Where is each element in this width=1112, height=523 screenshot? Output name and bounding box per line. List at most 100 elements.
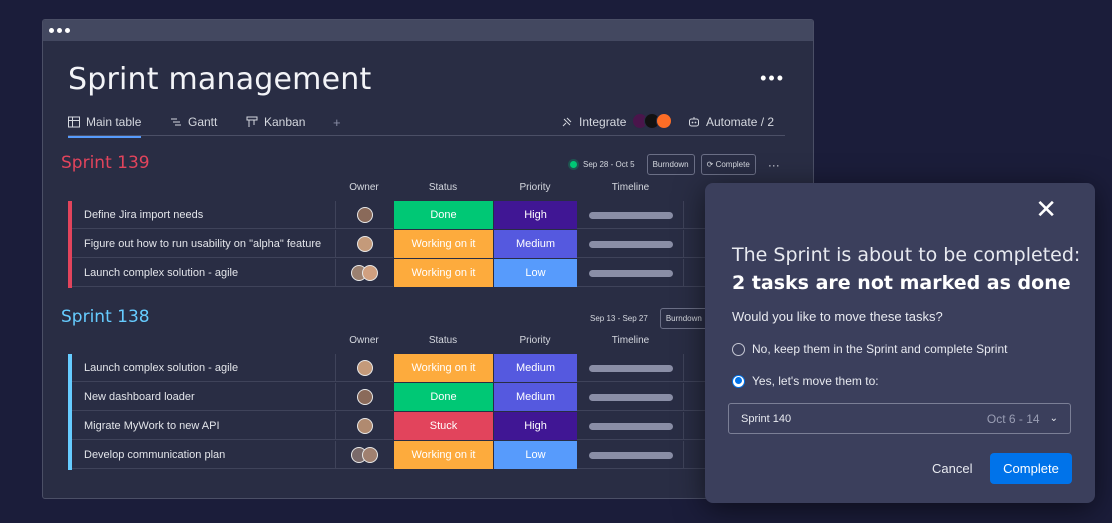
radio-keep[interactable] (732, 342, 745, 356)
dialog-title-line2: 2 tasks are not marked as done (732, 272, 1071, 294)
complete-sprint-button[interactable]: ⟳ Complete (700, 154, 756, 175)
view-tabs: Main table Gantt Kanban + Integrate Auto… (68, 110, 785, 138)
add-view-button[interactable]: + (333, 115, 341, 130)
timeline-cell[interactable] (577, 201, 684, 229)
priority-cell[interactable]: Medium (493, 230, 577, 258)
sprint-139-title[interactable]: Sprint 139 (61, 153, 150, 173)
timeline-cell[interactable] (577, 259, 684, 287)
task-name[interactable]: Define Jira import needs (84, 209, 203, 221)
task-name[interactable]: Launch complex solution - agile (84, 267, 238, 279)
automate-button[interactable]: Automate / 2 (688, 115, 774, 129)
tab-label: Gantt (188, 115, 218, 129)
timeline-bar (589, 394, 673, 401)
sprint-menu-button[interactable]: ··· (768, 158, 780, 172)
sprint-138-title[interactable]: Sprint 138 (61, 307, 150, 327)
table-row[interactable]: New dashboard loader Done Medium (68, 383, 813, 412)
close-icon[interactable]: ✕ (1035, 196, 1057, 222)
priority-cell[interactable]: Medium (493, 354, 577, 382)
plug-icon (562, 117, 572, 127)
dialog-title-line1: The Sprint is about to be completed: (732, 244, 1081, 266)
timeline-cell[interactable] (577, 354, 684, 382)
group-color-bar (68, 383, 72, 412)
group-color-bar (68, 259, 72, 288)
sprint-139-meta: Sep 28 - Oct 5 Burndown ⟳ Complete ··· (570, 154, 780, 175)
kanban-icon (246, 116, 258, 127)
status-cell[interactable]: Working on it (393, 441, 493, 469)
tab-label: Kanban (264, 115, 306, 129)
window-titlebar (43, 20, 813, 41)
radio-move-option[interactable]: Yes, let's move them to: (732, 374, 879, 388)
integrate-label: Integrate (579, 115, 627, 129)
group-color-bar (68, 412, 72, 441)
owner-cell[interactable] (335, 383, 393, 411)
tab-main-table[interactable]: Main table (68, 115, 142, 138)
tab-label: Main table (86, 115, 142, 129)
timeline-cell[interactable] (577, 412, 684, 440)
priority-cell[interactable]: High (493, 412, 577, 440)
owner-cell[interactable] (335, 441, 393, 469)
burndown-button[interactable]: Burndown (659, 308, 708, 329)
select-dates: Oct 6 - 14 (986, 411, 1040, 426)
radio-move[interactable] (732, 374, 745, 388)
integrate-button[interactable]: Integrate (561, 115, 626, 129)
select-value: Sprint 140 (741, 412, 792, 425)
owner-cell[interactable] (335, 354, 393, 382)
owner-cell[interactable] (335, 259, 393, 287)
priority-cell[interactable]: Medium (493, 383, 577, 411)
status-cell[interactable]: Done (393, 383, 493, 411)
burndown-button[interactable]: Burndown (646, 154, 695, 175)
timeline-cell[interactable] (577, 441, 684, 469)
table-row[interactable]: Define Jira import needs Done High (68, 201, 813, 230)
owner-cell[interactable] (335, 201, 393, 229)
col-status: Status (428, 182, 458, 193)
timeline-cell[interactable] (577, 230, 684, 258)
table-icon (68, 116, 80, 128)
owner-cell[interactable] (335, 230, 393, 258)
col-timeline: Timeline (611, 182, 650, 193)
col-priority: Priority (519, 335, 551, 346)
task-name[interactable]: Develop communication plan (84, 449, 225, 461)
complete-button[interactable]: Complete (990, 453, 1072, 484)
table-row[interactable]: Launch complex solution - agile Working … (68, 354, 813, 383)
table-row[interactable]: Launch complex solution - agile Working … (68, 259, 813, 288)
timeline-cell[interactable] (577, 383, 684, 411)
tab-gantt[interactable]: Gantt (170, 115, 217, 129)
cancel-button[interactable]: Cancel (932, 461, 972, 476)
avatar (356, 207, 373, 223)
status-cell[interactable]: Working on it (393, 354, 493, 382)
avatar (356, 389, 373, 405)
status-cell[interactable]: Stuck (393, 412, 493, 440)
task-name[interactable]: New dashboard loader (84, 391, 195, 403)
status-cell[interactable]: Working on it (393, 259, 493, 287)
board-menu-button[interactable]: ••• (760, 69, 785, 87)
avatar (356, 236, 373, 252)
gantt-icon (171, 118, 181, 126)
status-cell[interactable]: Working on it (393, 230, 493, 258)
sprint-138-meta: Sep 13 - Sep 27 Burndown (590, 308, 708, 329)
task-name[interactable]: Launch complex solution - agile (84, 362, 238, 374)
target-sprint-select[interactable]: Sprint 140 Oct 6 - 14 ⌄ (728, 403, 1071, 434)
owner-cell[interactable] (335, 412, 393, 440)
board-title: Sprint management (68, 62, 372, 97)
col-priority: Priority (519, 182, 551, 193)
table-row[interactable]: Figure out how to run usability on "alph… (68, 230, 813, 259)
priority-cell[interactable]: High (493, 201, 577, 229)
radio-keep-label: No, keep them in the Sprint and complete… (752, 342, 1008, 356)
table-row[interactable]: Migrate MyWork to new API Stuck High (68, 412, 813, 441)
avatar (356, 418, 373, 434)
gitlab-icon (656, 113, 672, 129)
priority-cell[interactable]: Low (493, 441, 577, 469)
timeline-bar (589, 270, 673, 277)
board-window: Sprint management ••• Main table Gantt K… (42, 19, 814, 499)
priority-cell[interactable]: Low (493, 259, 577, 287)
status-cell[interactable]: Done (393, 201, 493, 229)
complete-sprint-dialog: ✕ The Sprint is about to be completed: 2… (705, 183, 1095, 503)
avatar (356, 360, 373, 376)
group-color-bar (68, 354, 72, 383)
radio-keep-option[interactable]: No, keep them in the Sprint and complete… (732, 342, 1007, 356)
tab-kanban[interactable]: Kanban (246, 115, 305, 129)
task-name[interactable]: Migrate MyWork to new API (84, 420, 220, 432)
table-row[interactable]: Develop communication plan Working on it… (68, 441, 813, 470)
group-color-bar (68, 230, 72, 259)
task-name[interactable]: Figure out how to run usability on "alph… (84, 238, 321, 250)
